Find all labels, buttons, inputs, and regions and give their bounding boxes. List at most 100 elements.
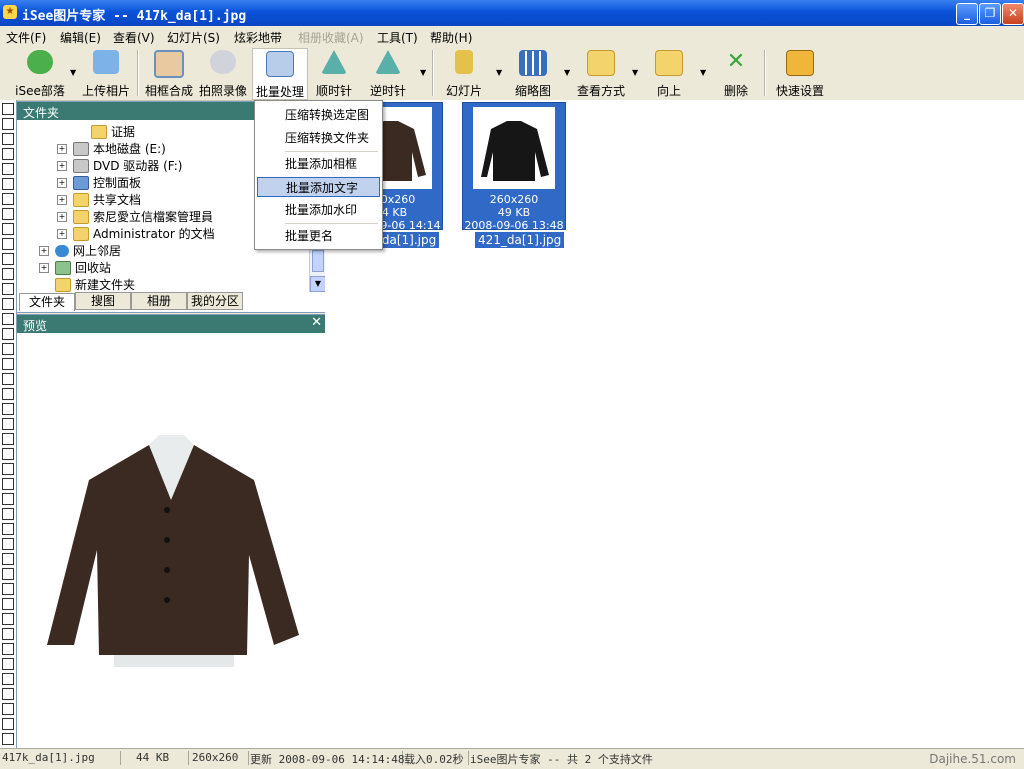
tab-folders[interactable]: 文件夹 bbox=[19, 293, 75, 311]
chevron-down-icon[interactable]: ▼ bbox=[70, 68, 76, 77]
close-icon[interactable]: ✕ bbox=[311, 315, 322, 330]
menu-item-add-text[interactable]: 批量添加文字 bbox=[257, 177, 380, 197]
toolbar-separator bbox=[137, 50, 139, 96]
thumbnail-button[interactable]: 缩略图 bbox=[510, 48, 556, 98]
tree-item-label: 证据 bbox=[111, 125, 136, 139]
title-bar[interactable]: ★ iSee图片专家 -- 417k_da[1].jpg _ ❐ ✕ bbox=[0, 0, 1024, 26]
chevron-down-icon[interactable]: ▼ bbox=[632, 68, 638, 77]
menu-item-add-frame[interactable]: 批量添加相框 bbox=[257, 154, 380, 174]
delete-x-icon: ✕ bbox=[726, 49, 746, 74]
chevron-down-icon[interactable]: ▼ bbox=[564, 68, 570, 77]
menu-slideshow[interactable]: 幻灯片(S) bbox=[167, 29, 220, 46]
status-summary: iSee图片专家 -- 共 2 个支持文件 bbox=[470, 753, 653, 766]
tree-item[interactable]: + 控制面板 bbox=[57, 174, 141, 190]
upload-button[interactable]: 上传相片 bbox=[80, 48, 132, 98]
tree-item-label: Administrator 的文档 bbox=[93, 227, 215, 241]
menu-tools[interactable]: 工具(T) bbox=[377, 29, 418, 46]
tree-item-label: 回收站 bbox=[75, 261, 112, 275]
strip-square bbox=[2, 658, 14, 670]
maximize-button[interactable]: ❐ bbox=[979, 3, 1001, 25]
thumbnail-area: 260x260 44 KB 2008-09-06 14:14 417k_da[1… bbox=[325, 100, 1024, 748]
strip-square bbox=[2, 613, 14, 625]
slideshow-icon bbox=[455, 50, 473, 74]
preview-panel-title: 预览 bbox=[23, 319, 48, 333]
scroll-thumb[interactable] bbox=[312, 250, 324, 272]
rotate-counterclockwise-button[interactable]: 逆时针 bbox=[366, 48, 410, 98]
menu-album[interactable]: 相册收藏(A) bbox=[298, 29, 364, 46]
menu-separator bbox=[285, 223, 378, 224]
tree-item-label: 新建文件夹 bbox=[75, 278, 136, 292]
strip-square bbox=[2, 523, 14, 535]
expand-icon[interactable]: + bbox=[57, 177, 67, 188]
tree-item[interactable]: + 网上邻居 bbox=[39, 242, 121, 258]
strip-square bbox=[2, 673, 14, 685]
thumbnail-item[interactable]: 260x260 49 KB 2008-09-06 13:48 bbox=[462, 102, 566, 232]
quick-settings-button[interactable]: 快速设置 bbox=[772, 48, 828, 98]
status-load-time: 载入0.02秒 bbox=[404, 751, 469, 766]
recycle-bin-icon bbox=[55, 260, 71, 275]
drive-icon bbox=[73, 158, 89, 173]
rotate-clockwise-button[interactable]: 顺时针 bbox=[312, 48, 356, 98]
strip-square bbox=[2, 163, 14, 175]
strip-square bbox=[2, 313, 14, 325]
isee-tribe-button[interactable]: iSee部落 bbox=[8, 48, 72, 98]
control-panel-icon bbox=[73, 175, 89, 190]
expand-icon[interactable]: + bbox=[57, 194, 67, 205]
menu-item-compress-selected[interactable]: 压缩转换选定图 bbox=[257, 105, 380, 125]
strip-square bbox=[2, 703, 14, 715]
menu-color-zone[interactable]: 炫彩地带 bbox=[234, 29, 282, 46]
tree-item[interactable]: + 本地磁盘 (E:) bbox=[57, 140, 166, 156]
tree-item[interactable]: + 索尼愛立信檔案管理員 bbox=[57, 208, 213, 224]
close-button[interactable]: ✕ bbox=[1002, 3, 1024, 25]
capture-button[interactable]: 拍照录像 bbox=[198, 48, 248, 98]
tree-item[interactable]: + 回收站 bbox=[39, 259, 111, 275]
tree-item-label: 控制面板 bbox=[93, 176, 142, 190]
tree-item[interactable]: + DVD 驱动器 (F:) bbox=[57, 157, 183, 173]
menu-separator bbox=[285, 151, 378, 152]
batch-images-icon bbox=[266, 51, 294, 77]
batch-process-button[interactable]: 批量处理 bbox=[252, 48, 308, 100]
tree-item[interactable]: + Administrator 的文档 bbox=[57, 225, 215, 241]
chevron-down-icon[interactable]: ▼ bbox=[420, 68, 426, 77]
expand-icon[interactable]: + bbox=[39, 262, 49, 273]
menu-file[interactable]: 文件(F) bbox=[6, 29, 46, 46]
scroll-down-icon[interactable]: ▼ bbox=[310, 276, 326, 292]
toolbar: iSee部落 ▼ 上传相片 相框合成 拍照录像 批量处理 顺时针 逆时针 ▼ 幻… bbox=[0, 46, 1024, 101]
chevron-down-icon[interactable]: ▼ bbox=[700, 68, 706, 77]
folder-panel-tabs: 文件夹 搜图 相册 我的分区 bbox=[17, 292, 326, 311]
menu-item-rename[interactable]: 批量更名 bbox=[257, 226, 380, 246]
menu-view[interactable]: 查看(V) bbox=[113, 29, 155, 46]
menu-item-add-watermark[interactable]: 批量添加水印 bbox=[257, 200, 380, 220]
thumbnail-filename[interactable]: 421_da[1].jpg bbox=[475, 232, 565, 248]
folder-view-icon bbox=[587, 50, 615, 76]
menu-item-compress-folder[interactable]: 压缩转换文件夹 bbox=[257, 128, 380, 148]
minimize-button[interactable]: _ bbox=[956, 3, 978, 25]
delete-button[interactable]: ✕ 删除 bbox=[716, 48, 756, 99]
frame-compose-button[interactable]: 相框合成 bbox=[144, 48, 194, 98]
tab-my-partition[interactable]: 我的分区 bbox=[187, 292, 243, 310]
strip-square bbox=[2, 733, 14, 745]
upload-icon bbox=[93, 50, 119, 74]
thumbnail-size: 260x260 bbox=[489, 193, 539, 206]
strip-square bbox=[2, 193, 14, 205]
expand-icon[interactable]: + bbox=[57, 143, 67, 154]
menu-help[interactable]: 帮助(H) bbox=[430, 29, 472, 46]
tree-item-label: 本地磁盘 (E:) bbox=[93, 142, 166, 156]
expand-icon[interactable]: + bbox=[57, 211, 67, 222]
tree-item[interactable]: 新建文件夹 bbox=[39, 276, 135, 292]
tree-item[interactable]: + 共享文档 bbox=[57, 191, 141, 207]
thumbnail-filesize: 49 KB bbox=[497, 206, 531, 219]
up-button[interactable]: 向上 bbox=[648, 48, 690, 98]
chevron-down-icon[interactable]: ▼ bbox=[496, 68, 502, 77]
tree-item-label: 网上邻居 bbox=[73, 244, 122, 258]
expand-icon[interactable]: + bbox=[57, 160, 67, 171]
expand-icon[interactable]: + bbox=[39, 245, 49, 256]
slideshow-button[interactable]: 幻灯片 bbox=[442, 48, 486, 98]
tab-search-images[interactable]: 搜图 bbox=[75, 292, 131, 310]
view-mode-button[interactable]: 查看方式 bbox=[574, 48, 628, 98]
tab-albums[interactable]: 相册 bbox=[131, 292, 187, 310]
tree-item[interactable]: 证据 bbox=[75, 123, 135, 139]
strip-square bbox=[2, 178, 14, 190]
expand-icon[interactable]: + bbox=[57, 228, 67, 239]
menu-edit[interactable]: 编辑(E) bbox=[60, 29, 101, 46]
